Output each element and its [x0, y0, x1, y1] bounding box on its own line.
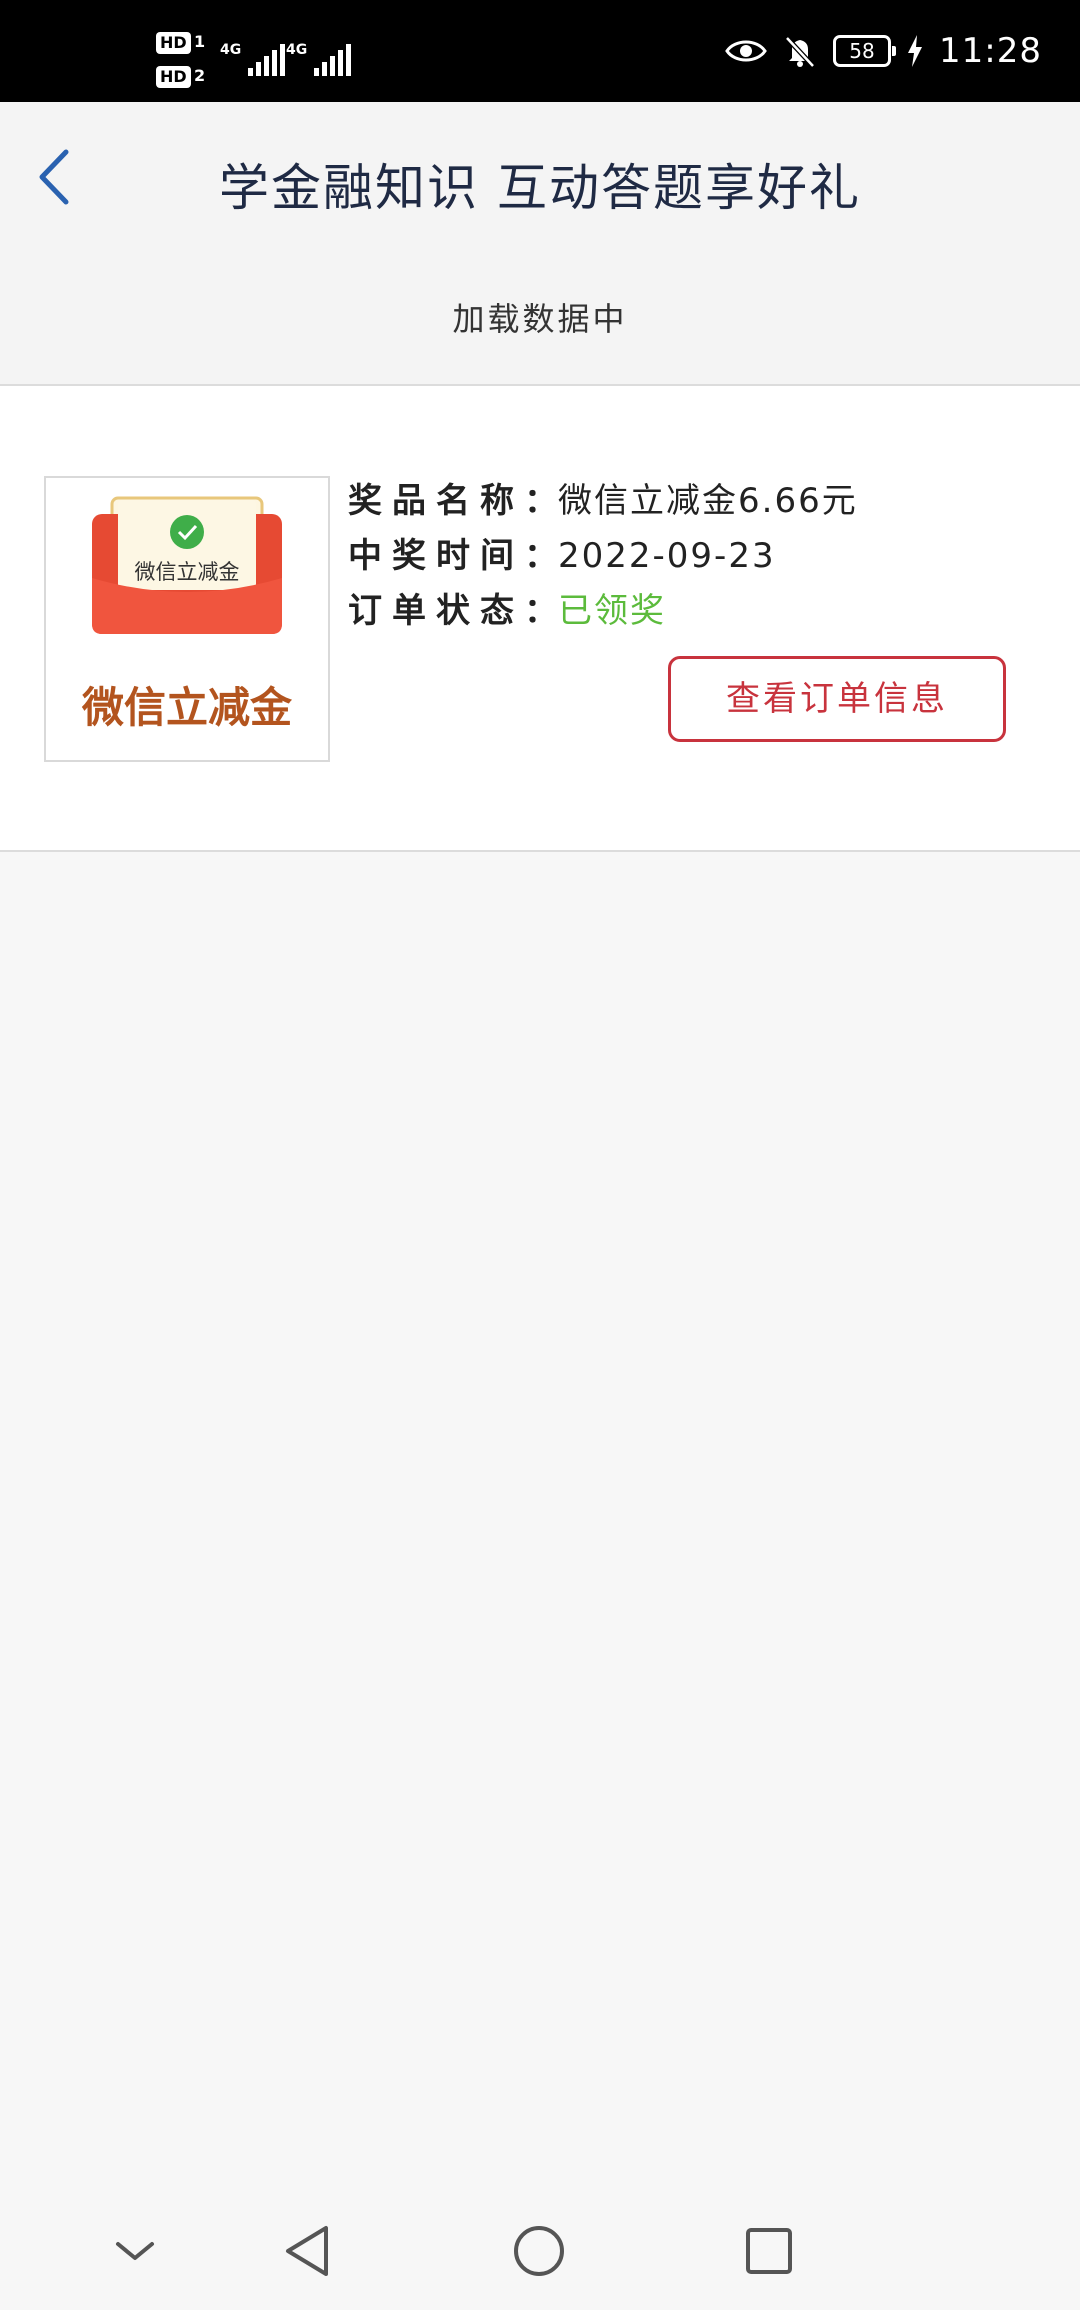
- recent-square-icon: [746, 2228, 792, 2274]
- envelope-text: 微信立减金: [134, 560, 240, 584]
- view-order-button[interactable]: 查看订单信息: [668, 656, 1006, 742]
- page: HD 1 HD 2 4G 4G 58 11:28 学金融知识 互动答题享好礼 加…: [0, 0, 1080, 2310]
- page-title: 学金融知识 互动答题享好礼: [219, 159, 861, 217]
- system-recent-button[interactable]: [734, 2216, 804, 2286]
- system-back-button[interactable]: [274, 2216, 344, 2286]
- status-bar: HD 1 HD 2 4G 4G 58 11:28: [0, 0, 1080, 102]
- hd-badge-1: HD: [156, 32, 191, 54]
- prize-time-row: 中奖时间：2022-09-23: [348, 531, 776, 581]
- network-type-1: 4G: [220, 42, 242, 58]
- prize-time-label: 中奖时间：: [348, 536, 568, 576]
- order-status-label: 订单状态：: [348, 591, 568, 631]
- prize-time-value: 2022-09-23: [558, 536, 776, 576]
- back-triangle-icon: [286, 2226, 328, 2276]
- prize-name-value: 微信立减金6.66元: [558, 481, 858, 521]
- battery-icon: 58: [833, 35, 897, 67]
- nav-header: 学金融知识 互动答题享好礼: [0, 102, 1080, 252]
- network-type-2: 4G: [286, 42, 308, 58]
- home-circle-icon: [514, 2226, 564, 2276]
- charging-icon: [907, 35, 923, 67]
- signal-strength-icon: [248, 44, 288, 76]
- eye-icon: [725, 37, 767, 65]
- sim-signal-group: HD 1 HD 2 4G 4G: [156, 30, 366, 90]
- signal-strength-icon: [314, 44, 354, 76]
- sim-number-1: 1: [194, 32, 206, 51]
- prize-name-row: 奖品名称：微信立减金6.66元: [348, 476, 858, 526]
- hd-badge-2: HD: [156, 66, 191, 88]
- system-nav-bar: [0, 2190, 1080, 2310]
- bell-off-icon: [783, 34, 817, 68]
- prize-name-label: 奖品名称：: [348, 481, 568, 521]
- order-status-row: 订单状态：已领奖: [348, 586, 666, 636]
- loading-indicator: 加载数据中: [0, 252, 1080, 386]
- collapse-nav-button[interactable]: [100, 2216, 170, 2286]
- system-home-button[interactable]: [504, 2216, 574, 2286]
- chevron-down-icon: [116, 2242, 154, 2260]
- prize-image-caption: 微信立减金: [81, 683, 292, 732]
- clock: 11:28: [939, 31, 1042, 71]
- status-right-group: 58 11:28: [725, 0, 1042, 102]
- sim-number-2: 2: [194, 66, 206, 85]
- prize-card[interactable]: 微信立减金 微信立减金 奖品名称：微信立减金6.66元 中奖时间：2022-09…: [0, 386, 1080, 852]
- prize-image: 微信立减金 微信立减金: [44, 476, 330, 762]
- order-status-value: 已领奖: [558, 591, 666, 631]
